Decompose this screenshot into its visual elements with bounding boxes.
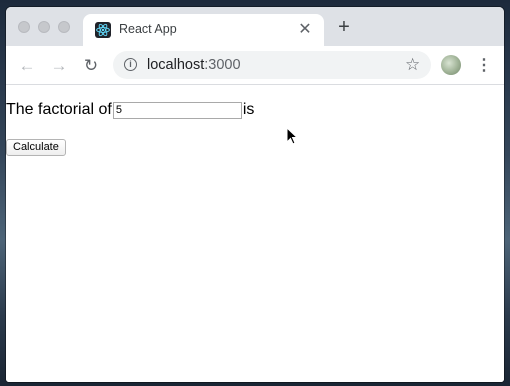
mouse-cursor-icon [286,126,299,145]
factorial-row: The factorial of is [6,101,254,119]
tab-react-app[interactable]: React App ✕ [83,14,324,46]
url-port: :3000 [204,57,241,73]
page-content: The factorial of is Calculate [6,85,504,382]
address-bar[interactable]: i localhost:3000 ☆ [113,51,431,79]
profile-avatar[interactable] [441,55,461,75]
react-logo-icon [95,22,111,38]
url-text[interactable]: localhost:3000 [147,57,241,73]
factorial-label: The factorial of [6,101,112,118]
kebab-menu-icon[interactable]: ⋮ [476,56,492,76]
calculate-button[interactable]: Calculate [6,139,66,156]
url-host: localhost [147,57,205,73]
browser-toolbar: ← → ↻ i localhost:3000 ☆ ⋮ [6,46,504,85]
plus-icon[interactable]: + [335,17,353,37]
close-icon[interactable]: ✕ [296,21,314,39]
window-zoom-dot[interactable] [58,21,70,33]
window-close-dot[interactable] [18,21,30,33]
info-icon[interactable]: i [124,58,137,71]
tab-strip: React App ✕ + [6,7,504,46]
result-label: is [242,101,255,118]
number-input[interactable] [112,101,242,119]
browser-window: React App ✕ + ← → ↻ i localhost:3000 ☆ ⋮… [6,7,504,382]
window-minimize-dot[interactable] [38,21,50,33]
tab-title: React App [119,22,177,36]
reload-icon[interactable]: ↻ [81,56,101,76]
forward-arrow-icon[interactable]: → [49,56,69,76]
back-arrow-icon[interactable]: ← [17,56,37,76]
star-icon[interactable]: ☆ [405,55,420,75]
